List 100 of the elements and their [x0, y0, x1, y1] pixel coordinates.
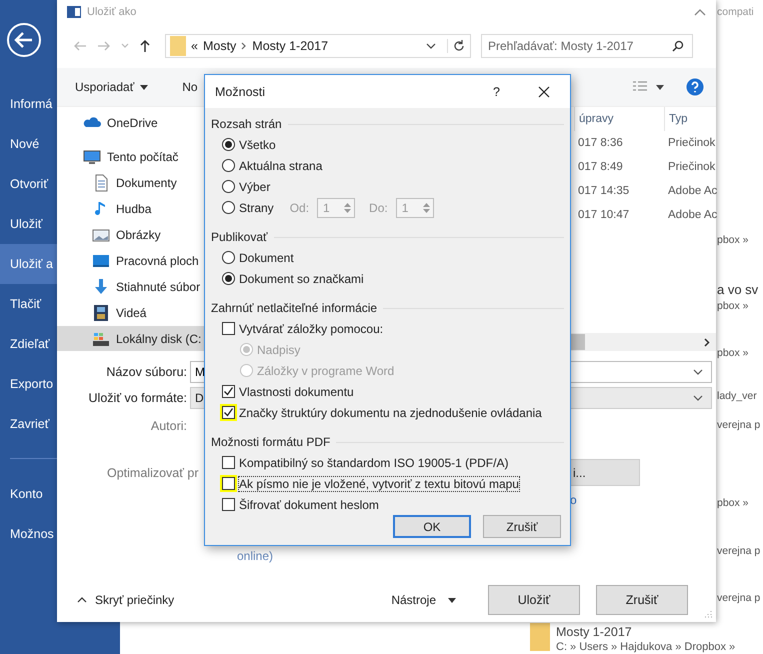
checkbox-label: Vytvárať záložky pomocou:	[239, 322, 384, 336]
checkbox-label: Vlastnosti dokumentu	[239, 384, 354, 398]
breadcrumb-link[interactable]: Mosty 1-2017	[252, 39, 328, 53]
up-arrow-icon[interactable]	[139, 39, 151, 53]
organize-button[interactable]: Usporiadať	[71, 78, 152, 96]
number-field: 1	[396, 198, 434, 218]
breadcrumb-arrow[interactable]: «	[191, 39, 198, 53]
chevron-right-icon	[241, 42, 248, 50]
group-title: Možnosti formátu PDF	[211, 435, 330, 449]
word-icon	[67, 6, 81, 18]
field-label: Od:	[290, 200, 310, 214]
radio-label: Všetko	[239, 138, 276, 152]
hide-folders-button[interactable]: Skryť priečinky	[71, 592, 180, 608]
new-folder-button[interactable]: No	[178, 78, 202, 96]
caret-down-icon	[140, 84, 148, 90]
folder-name[interactable]: Mosty 1-2017	[556, 625, 736, 640]
table-cell-text: 017 10:47	[577, 208, 630, 223]
table-cell-text: 017 8:36	[577, 136, 624, 151]
checkbox[interactable]	[222, 498, 235, 511]
spin-arrows-icon	[422, 202, 430, 214]
folder-path: lady_ver	[717, 389, 758, 403]
checkbox-label: Šifrovať dokument heslom	[239, 498, 379, 512]
checkbox-label: Značky štruktúry dokumentu na zjednodušenie ovládania	[239, 406, 542, 420]
radio-button[interactable]	[222, 180, 235, 193]
radio-label: Záložky v programe Word	[257, 364, 394, 378]
spin-arrows-icon	[344, 202, 352, 214]
close-icon[interactable]	[538, 86, 550, 98]
caret-up-icon	[77, 597, 87, 603]
folder-path: pbox »	[717, 299, 750, 313]
folder-path: pbox »	[717, 346, 750, 360]
caret-down-icon	[448, 598, 456, 602]
folder-path: pbox »	[717, 233, 750, 247]
radio-button[interactable]	[222, 138, 235, 151]
radio-label: Nadpisy	[257, 342, 300, 356]
help-button[interactable]: ?	[489, 84, 504, 98]
window-title: Uložiť ako	[87, 6, 136, 18]
caret-down-icon[interactable]	[656, 84, 664, 90]
help-icon[interactable]	[686, 78, 704, 96]
folder-tree-item[interactable]: OneDrive	[57, 110, 205, 136]
folder-name[interactable]: a vo sv	[717, 281, 763, 299]
column-header[interactable]: Typ	[664, 107, 716, 131]
column-header[interactable]: úpravy	[574, 107, 664, 131]
folder-tree-item[interactable]: Obrázky	[57, 222, 205, 248]
ok-button[interactable]: OK	[393, 515, 471, 538]
table-cell-text: Priečinok	[667, 160, 716, 175]
radio-button[interactable]	[222, 201, 235, 214]
chevron-down-icon	[693, 395, 703, 401]
folder-icon	[530, 623, 550, 651]
folder-tree-item[interactable]: Videá	[57, 300, 205, 326]
folder-path: verejna p	[717, 544, 762, 558]
field-label: Do:	[369, 200, 388, 214]
folder-tree-item[interactable]: Stiahnuté súbor	[57, 274, 205, 300]
table-cell-text: 017 8:49	[577, 160, 624, 175]
field-label: Autori:	[150, 419, 188, 433]
film-icon	[92, 304, 110, 322]
folder-tree-item[interactable]: Lokálny disk (C:	[57, 326, 205, 351]
folder-path: verejna p	[717, 591, 762, 605]
group-title: Rozsah strán	[211, 117, 282, 131]
checkbox[interactable]	[222, 322, 235, 335]
caret-up-icon[interactable]	[694, 8, 706, 16]
radio-label: Aktuálna strana	[239, 158, 322, 172]
cancel-button[interactable]: Zrušiť	[596, 585, 688, 615]
chevron-right-icon[interactable]	[704, 338, 710, 346]
field-label: Názov súboru:	[105, 365, 188, 379]
folder-path: pbox »	[717, 496, 750, 510]
field-label: Optimalizovať pr	[106, 466, 200, 480]
address-bar[interactable]: « Mosty Mosty 1-2017	[165, 34, 471, 58]
refresh-icon[interactable]	[447, 39, 466, 53]
download-arrow-icon	[92, 278, 110, 296]
drive-icon	[92, 330, 110, 348]
group-title: Publikovať	[211, 230, 268, 244]
folder-path: verejna p	[717, 418, 762, 432]
save-button[interactable]: Uložiť	[488, 585, 580, 615]
chevron-down-icon[interactable]	[693, 369, 703, 375]
radio-label: Výber	[239, 180, 270, 194]
folder-tree-item[interactable]: Dokumenty	[57, 170, 205, 196]
tools-button[interactable]: Nástroje	[385, 592, 462, 608]
breadcrumb-link[interactable]: Mosty	[202, 39, 236, 53]
chevron-down-icon[interactable]	[426, 43, 436, 49]
cancel-button[interactable]: Zrušiť	[483, 515, 561, 538]
resize-grip-icon	[704, 610, 712, 618]
folder-icon	[170, 36, 186, 56]
group-title: Zahrnúť netlačiteľné informácie	[211, 301, 378, 315]
folder-path: compati	[717, 5, 755, 19]
folder-path: C: » Users » Hajdukova » Dropbox »	[556, 640, 736, 654]
radio-button[interactable]	[222, 251, 235, 264]
number-field: 1	[317, 198, 356, 218]
folder-tree-item[interactable]: Pracovná ploch	[57, 248, 205, 274]
radio-button[interactable]	[222, 272, 235, 285]
checkbox[interactable]	[222, 456, 235, 469]
checkbox[interactable]	[222, 385, 235, 398]
search-icon	[672, 40, 684, 52]
folder-tree-item[interactable]: Tento počítač	[57, 144, 205, 170]
search-field[interactable]: Prehľadávať: Mosty 1-2017	[481, 34, 693, 58]
folder-tree-item[interactable]: Hudba	[57, 196, 205, 222]
table-cell-text: 017 14:35	[577, 184, 630, 199]
table-cell-text: Priečinok	[667, 136, 716, 151]
checkbox-label: Ak písmo nie je vložené, vytvoriť z textu bitovú mapu	[239, 476, 519, 490]
table-cell-text: Adobe Ac	[667, 184, 716, 199]
radio-button[interactable]	[222, 159, 235, 172]
